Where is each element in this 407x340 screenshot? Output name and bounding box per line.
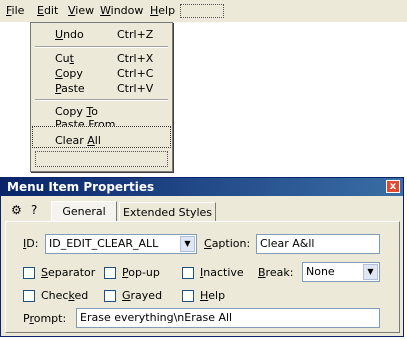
grayed-checkbox[interactable]	[104, 290, 116, 302]
menu-item-selection-box	[32, 126, 171, 148]
help-checkbox[interactable]	[182, 290, 194, 302]
menu-item-cut[interactable]: Cut	[55, 52, 74, 66]
menu-item-properties-window: Menu Item Properties x ⚙ ? General Exten…	[0, 177, 404, 337]
break-value: None	[306, 265, 335, 278]
menu-window[interactable]: Window	[100, 4, 143, 18]
caption-label: Caption:	[204, 237, 251, 250]
inactive-label: Inactive	[200, 266, 244, 279]
tab-general[interactable]: General	[51, 201, 117, 221]
menu-item-paste[interactable]: Paste	[55, 82, 85, 96]
checked-label: Checked	[41, 289, 89, 302]
popup-checkbox[interactable]	[104, 267, 116, 279]
shortcut-paste: Ctrl+V	[117, 82, 154, 95]
general-panel: ID: ID_EDIT_CLEAR_ALL ▼ Caption: Clear A…	[5, 221, 400, 333]
menu-file[interactable]: File	[6, 4, 24, 18]
inactive-checkbox[interactable]	[182, 267, 194, 279]
help-label: Help	[200, 289, 226, 302]
popup-label: Pop-up	[122, 266, 160, 279]
menu-separator	[35, 46, 168, 48]
menu-item-copy-to[interactable]: Copy To	[55, 105, 98, 119]
title-bar: Menu Item Properties x	[1, 178, 403, 196]
shortcut-copy: Ctrl+C	[117, 67, 154, 80]
menu-help[interactable]: Help	[150, 4, 175, 18]
question-mark-icon[interactable]: ?	[31, 203, 37, 217]
window-title: Menu Item Properties	[7, 180, 155, 194]
separator-label: Separator	[41, 266, 96, 279]
menu-separator	[35, 99, 168, 101]
edit-menu-dropdown: Undo Ctrl+Z Cut Ctrl+X Copy Ctrl+C Paste…	[30, 22, 173, 172]
id-value: ID_EDIT_CLEAR_ALL	[49, 237, 159, 250]
tab-extended-styles[interactable]: Extended Styles	[119, 202, 216, 221]
break-select[interactable]: None ▼	[302, 262, 380, 282]
prompt-value: Erase everything\nErase All	[80, 311, 233, 324]
id-combobox[interactable]: ID_EDIT_CLEAR_ALL ▼	[45, 234, 197, 254]
caption-value: Clear A&ll	[260, 237, 315, 250]
menu-item-copy[interactable]: Copy	[55, 67, 83, 81]
close-button[interactable]: x	[386, 180, 400, 193]
caption-input[interactable]: Clear A&ll	[256, 234, 380, 254]
separator-checkbox[interactable]	[23, 267, 35, 279]
menu-edit[interactable]: Edit	[37, 4, 58, 18]
shortcut-cut: Ctrl+X	[117, 52, 154, 65]
prompt-label: Prompt:	[23, 312, 67, 325]
pushpin-icon[interactable]: ⚙	[11, 203, 22, 217]
menu-bar: File Edit View Window Help	[0, 0, 407, 22]
prompt-input[interactable]: Erase everything\nErase All	[76, 308, 380, 328]
menu-view[interactable]: View	[68, 4, 94, 18]
menu-item-paste-from[interactable]: Paste From	[55, 118, 115, 126]
break-label: Break:	[258, 266, 294, 279]
checked-checkbox[interactable]	[23, 290, 35, 302]
id-label: ID:	[23, 237, 39, 250]
new-menu-item-placeholder[interactable]	[35, 151, 168, 167]
chevron-down-icon[interactable]: ▼	[180, 236, 195, 252]
new-menu-placeholder[interactable]	[180, 4, 224, 18]
shortcut-undo: Ctrl+Z	[117, 28, 154, 41]
tab-strip: ⚙ ? General Extended Styles	[5, 200, 401, 222]
grayed-label: Grayed	[122, 289, 163, 302]
menu-item-undo[interactable]: Undo	[55, 28, 84, 42]
chevron-down-icon[interactable]: ▼	[363, 264, 378, 280]
menu-item-clear-all[interactable]: Clear All	[55, 134, 101, 148]
